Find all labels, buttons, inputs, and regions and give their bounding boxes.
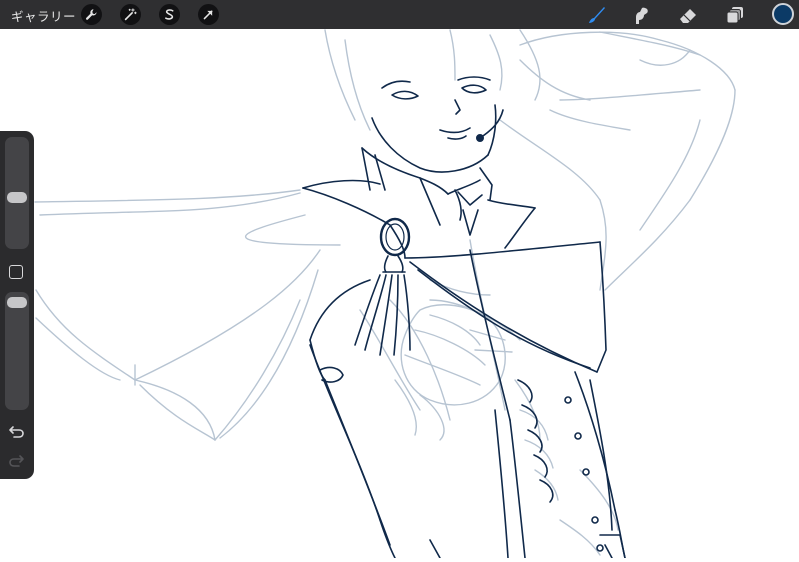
color-picker-button[interactable] xyxy=(772,3,794,25)
layers-icon xyxy=(726,7,743,24)
transform-button[interactable] xyxy=(198,4,219,25)
wrench-icon xyxy=(85,9,97,20)
undo-icon xyxy=(9,426,24,438)
eraser-tool[interactable] xyxy=(676,3,700,27)
smudge-tool[interactable] xyxy=(629,3,653,27)
undo-button[interactable] xyxy=(8,424,25,443)
smudge-icon xyxy=(636,7,648,24)
selection-button[interactable] xyxy=(159,4,180,25)
gallery-button[interactable]: ギャラリー xyxy=(11,6,76,25)
artwork-sketch xyxy=(34,29,736,559)
left-sidebar xyxy=(0,131,34,479)
adjustments-button[interactable] xyxy=(120,4,141,25)
drawing-canvas[interactable] xyxy=(0,29,799,559)
modify-button[interactable] xyxy=(9,265,23,279)
top-toolbar: ギャラリー xyxy=(0,0,799,29)
selection-s-icon xyxy=(165,9,174,20)
redo-button[interactable] xyxy=(8,453,25,472)
eraser-icon xyxy=(680,9,696,23)
magic-wand-icon xyxy=(124,8,137,21)
transform-arrow-icon xyxy=(203,10,213,20)
layers-tool[interactable] xyxy=(723,3,747,27)
brush-icon xyxy=(589,7,605,23)
actions-button[interactable] xyxy=(81,4,102,25)
brush-tool[interactable] xyxy=(584,3,608,27)
brush-size-slider[interactable] xyxy=(5,137,29,249)
brush-size-slider-handle[interactable] xyxy=(7,192,27,204)
opacity-slider[interactable] xyxy=(5,292,29,410)
opacity-slider-handle[interactable] xyxy=(7,297,27,309)
redo-icon xyxy=(9,455,24,467)
